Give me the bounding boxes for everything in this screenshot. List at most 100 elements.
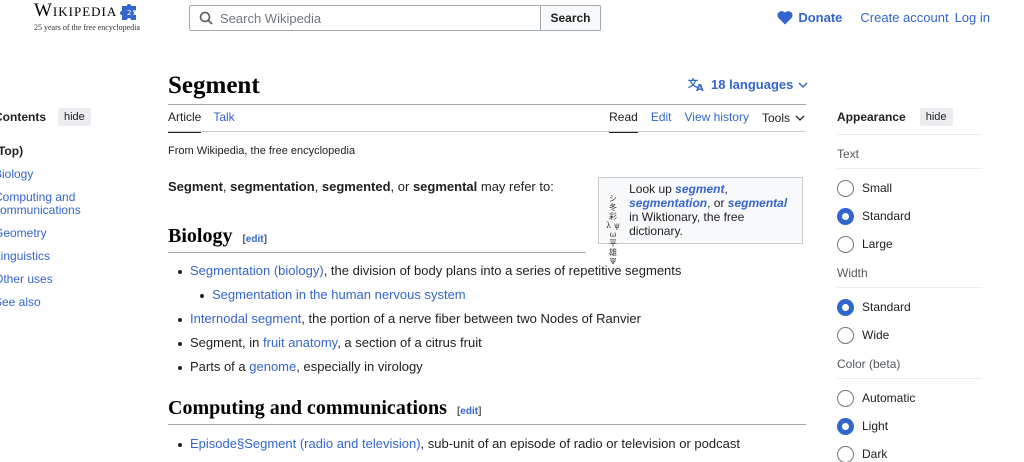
section-heading-biology: Biology [edit] xyxy=(168,225,267,248)
site-subtitle: From Wikipedia, the free encyclopedia xyxy=(168,145,356,157)
radio-color-automatic[interactable]: Automatic xyxy=(837,384,982,412)
term-segmental: segmental xyxy=(412,179,478,194)
term-segmented: segmented xyxy=(321,179,391,194)
wikt-link-segmental[interactable]: segmental xyxy=(728,196,787,210)
edit-link[interactable]: edit xyxy=(460,406,478,417)
biology-heading-text: Biology xyxy=(168,225,233,247)
log-in-link[interactable]: Log in xyxy=(955,10,990,25)
divider xyxy=(837,378,982,379)
radio-label: Standard xyxy=(862,209,911,223)
list-item-text: , especially in virology xyxy=(296,359,423,374)
wikt-link-segment[interactable]: segment xyxy=(675,182,724,196)
tab-article[interactable]: Article xyxy=(168,110,202,133)
computing-heading-text: Computing and communications xyxy=(168,397,447,419)
intro-sep: , or xyxy=(390,179,413,194)
toc-hide-button[interactable]: hide xyxy=(58,108,91,126)
radio-button[interactable] xyxy=(837,445,854,462)
radio-text-large[interactable]: Large xyxy=(837,230,982,258)
radio-color-light[interactable]: Light xyxy=(837,412,982,440)
section-divider xyxy=(168,424,806,425)
section-divider xyxy=(168,252,586,253)
toc-item-other-uses[interactable]: Other uses xyxy=(0,273,94,286)
divider xyxy=(837,168,982,169)
donate-label: Donate xyxy=(798,10,843,25)
tab-edit[interactable]: Edit xyxy=(651,110,672,133)
toc-item-biology[interactable]: Biology xyxy=(0,168,94,181)
toc-item-computing[interactable]: Computing and communications xyxy=(0,191,94,217)
list-item-text: , sub-unit of an episode of radio or tel… xyxy=(420,436,740,451)
text-size-label: Text xyxy=(837,147,860,161)
radio-button[interactable] xyxy=(837,326,854,344)
namespace-tabs: Article Talk xyxy=(168,110,235,133)
chevron-down-icon xyxy=(798,81,808,88)
width-label: Width xyxy=(837,266,868,280)
tab-read[interactable]: Read xyxy=(609,110,638,133)
list-item-link[interactable]: Segmentation in the human nervous system xyxy=(212,287,466,302)
intro-paragraph: Segment, segmentation, segmented, or seg… xyxy=(168,179,554,194)
radio-color-dark[interactable]: Dark xyxy=(837,440,982,462)
color-label: Color (beta) xyxy=(837,357,901,371)
search-form: Search xyxy=(189,5,601,31)
list-item: Internodal segment, the portion of a ner… xyxy=(176,312,681,336)
wikt-link-segmentation[interactable]: segmentation xyxy=(629,196,707,210)
page-title: Segment xyxy=(168,72,260,99)
search-box[interactable] xyxy=(189,5,541,31)
list-item-text: , the portion of a nerve fiber between t… xyxy=(301,311,641,326)
title-divider xyxy=(168,104,806,105)
radio-width-standard[interactable]: Standard xyxy=(837,293,982,321)
language-button[interactable]: 文 A 18 languages xyxy=(688,77,808,92)
list-item-link[interactable]: Episode§Segment (radio and television) xyxy=(190,436,421,451)
radio-label: Standard xyxy=(862,300,911,314)
toc-item-geometry[interactable]: Geometry xyxy=(0,227,94,240)
section-heading-computing: Computing and communications [edit] xyxy=(168,397,481,420)
radio-button[interactable] xyxy=(837,235,854,253)
edit-section-computing: [edit] xyxy=(456,406,482,417)
computing-list: Episode§Segment (radio and television), … xyxy=(176,437,740,461)
appearance-panel: Appearance hide Text Small Standard Larg… xyxy=(837,108,982,462)
wikt-post: in Wiktionary, the free dictionary. xyxy=(629,210,745,238)
list-item-link[interactable]: Segmentation (biology) xyxy=(190,263,324,278)
list-item-link[interactable]: fruit anatomy xyxy=(263,335,337,350)
tools-label: Tools xyxy=(761,111,790,125)
edit-section-biology: [edit] xyxy=(242,234,267,245)
wikipedia-logo[interactable]: Wikipedia 25 25 years of the free encycl… xyxy=(34,0,159,32)
toc-item-see-also[interactable]: See also xyxy=(0,296,94,309)
radio-label: Automatic xyxy=(862,391,916,405)
biology-list: Segmentation (biology), the division of … xyxy=(176,264,681,384)
divider xyxy=(837,134,982,135)
svg-text:A: A xyxy=(696,83,704,92)
list-item-link[interactable]: Internodal segment xyxy=(190,311,301,326)
list-item: Segmentation (biology), the division of … xyxy=(176,264,681,288)
appearance-hide-button[interactable]: hide xyxy=(919,108,953,126)
radio-text-standard[interactable]: Standard xyxy=(837,202,982,230)
tab-view-history[interactable]: View history xyxy=(685,110,749,133)
view-tabs: Read Edit View history Tools xyxy=(609,110,805,133)
list-item: Segment, in fruit anatomy, a section of … xyxy=(176,336,681,360)
donate-link[interactable]: Donate xyxy=(777,10,842,25)
radio-button-selected[interactable] xyxy=(837,207,854,225)
list-item-prefix: Segment, in xyxy=(190,335,263,350)
list-item-text: , a section of a citrus fruit xyxy=(337,335,482,350)
search-input[interactable] xyxy=(220,10,520,26)
term-segment: Segment xyxy=(168,179,223,194)
tab-talk[interactable]: Talk xyxy=(213,110,234,133)
radio-button[interactable] xyxy=(837,389,854,407)
radio-button[interactable] xyxy=(837,179,854,197)
appearance-title: Appearance xyxy=(837,110,906,124)
chevron-down-icon xyxy=(795,115,805,121)
radio-text-small[interactable]: Small xyxy=(837,174,982,202)
radio-width-wide[interactable]: Wide xyxy=(837,321,982,349)
list-item-link[interactable]: genome xyxy=(249,359,296,374)
radio-label: Dark xyxy=(862,447,888,461)
create-account-link[interactable]: Create account xyxy=(860,10,948,25)
toc-item-top[interactable]: (Top) xyxy=(0,145,94,158)
list-item: Episode§Segment (radio and television), … xyxy=(176,437,740,461)
list-item: Parts of a genome, especially in virolog… xyxy=(176,360,681,384)
search-button[interactable]: Search xyxy=(541,5,601,31)
tools-menu[interactable]: Tools xyxy=(762,110,805,133)
radio-label: Large xyxy=(862,237,893,251)
radio-button-selected[interactable] xyxy=(837,298,854,316)
radio-button-selected[interactable] xyxy=(837,417,854,435)
edit-link[interactable]: edit xyxy=(246,234,264,245)
toc-item-linguistics[interactable]: Linguistics xyxy=(0,250,94,263)
